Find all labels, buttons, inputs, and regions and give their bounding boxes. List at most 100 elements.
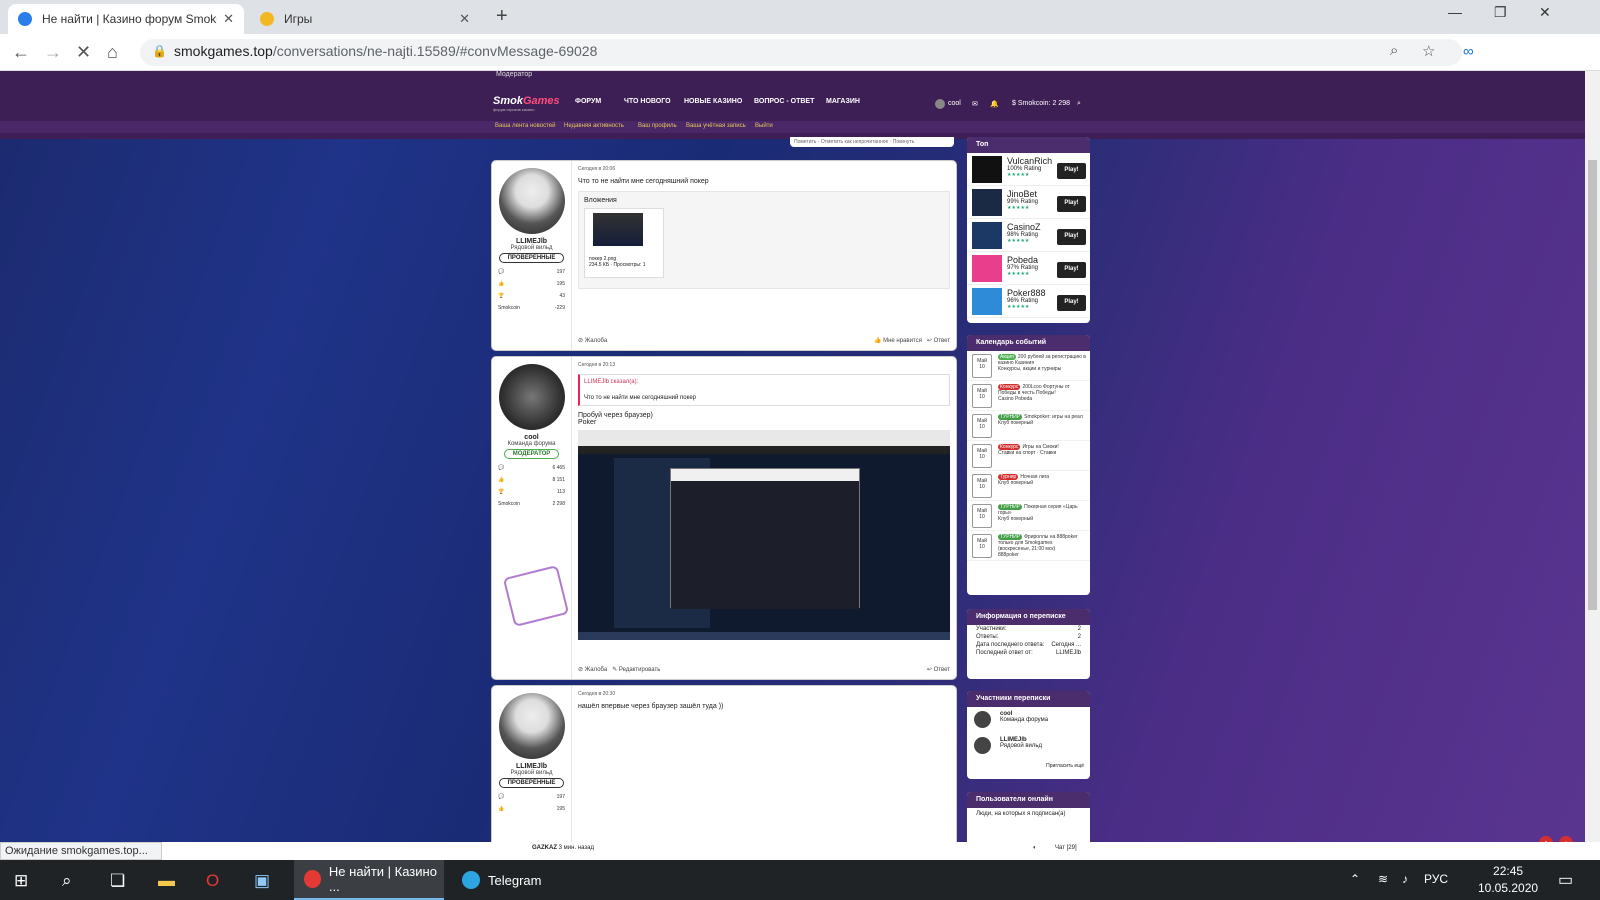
taskbar-app-chrome[interactable]: Не найти | Казино ... xyxy=(294,860,444,900)
event-category: Клуб покерный xyxy=(998,516,1034,522)
nav-qa[interactable]: ВОПРОС - ОТВЕТ xyxy=(754,98,814,105)
volume-icon[interactable]: ♪ xyxy=(1402,872,1408,886)
tray-chevron-icon[interactable]: ⌃ xyxy=(1350,872,1360,886)
home-icon[interactable]: ⌂ xyxy=(107,42,118,63)
embedded-screenshot[interactable] xyxy=(578,430,950,640)
subnav-profile[interactable]: Ваш профиль xyxy=(638,123,677,129)
participant-avatar[interactable] xyxy=(974,737,991,754)
logo-part-a: Smok xyxy=(493,95,523,107)
casino-logo[interactable] xyxy=(972,288,1002,315)
notifications-icon[interactable]: ▭ xyxy=(1558,870,1573,890)
event-item[interactable]: Май 10 ТУРНИР Покерная серия «Царь горы» Клу… xyxy=(967,501,1090,531)
stop-loading-icon[interactable]: ✕ xyxy=(76,42,91,63)
event-item[interactable]: Май 10 ТУРНИР Фрироллы на 888poker только д… xyxy=(967,531,1090,561)
user-name[interactable]: cool xyxy=(948,100,961,107)
forward-icon[interactable]: → xyxy=(44,42,62,63)
nav-forum[interactable]: ФОРУМ xyxy=(575,98,601,105)
wifi-icon[interactable]: ≋ xyxy=(1378,872,1388,886)
chat-open-button[interactable]: Чат [29] xyxy=(1055,845,1077,851)
file-explorer-icon[interactable]: ▬ xyxy=(158,871,175,891)
username[interactable]: cool xyxy=(492,434,571,441)
extension-icon[interactable]: ∞ xyxy=(1463,43,1474,60)
casino-logo[interactable] xyxy=(972,189,1002,216)
message-date[interactable]: Сегодня в 20:30 xyxy=(578,691,950,697)
info-value[interactable]: LLIMEJlb xyxy=(1056,650,1081,656)
play-button[interactable]: Play! xyxy=(1057,163,1086,179)
maximize-icon[interactable]: ❐ xyxy=(1494,4,1507,21)
zoom-icon[interactable]: ⌕ xyxy=(1390,42,1398,59)
close-tab-icon[interactable]: ✕ xyxy=(459,11,470,27)
event-item[interactable]: Май 10 ТУРНИР Smokpoker: игры на реал Клуб п… xyxy=(967,411,1090,441)
mail-icon[interactable]: ✉ xyxy=(972,100,978,108)
participant-item[interactable]: cool Команда форума xyxy=(967,707,1090,733)
casino-logo[interactable] xyxy=(972,156,1002,183)
reply-link[interactable]: ↩ Ответ xyxy=(927,338,950,344)
subnav-logout[interactable]: Выйти xyxy=(755,123,773,129)
close-tab-icon[interactable]: ✕ xyxy=(223,11,234,27)
system-clock[interactable]: 22:45 10.05.2020 xyxy=(1478,863,1538,897)
casino-logo[interactable] xyxy=(972,222,1002,249)
event-item[interactable]: Май 10 Конкурс Игры на Смоки! Ставки на спор… xyxy=(967,441,1090,471)
username[interactable]: LLIMEJlb xyxy=(492,763,571,770)
event-item[interactable]: Май 10 Турнир Ночная лига Клуб покерный xyxy=(967,471,1090,501)
participant-avatar[interactable] xyxy=(974,711,991,728)
subnav-activity[interactable]: Недавняя активность xyxy=(564,123,624,129)
event-item[interactable]: Май 10 Акция 200 рублей за регистрацию в ка… xyxy=(967,351,1090,381)
windows-start-icon[interactable]: ⊞ xyxy=(14,871,28,891)
event-item[interactable]: Май 10 Конкурс 200Lcoo Фортуны от Победы в … xyxy=(967,381,1090,411)
conversation-actions[interactable]: Пометить · Отметить как непрочитанное · … xyxy=(790,137,954,147)
play-button[interactable]: Play! xyxy=(1057,295,1086,311)
scroll-down-icon[interactable]: ↓ xyxy=(1559,836,1573,842)
opera-icon[interactable]: O xyxy=(206,871,219,891)
minimize-icon[interactable]: — xyxy=(1448,4,1462,20)
window-close-icon[interactable]: ✕ xyxy=(1539,4,1551,21)
bookmark-star-icon[interactable]: ☆ xyxy=(1422,42,1435,60)
casino-logo[interactable] xyxy=(972,255,1002,282)
scrollbar-thumb[interactable] xyxy=(1588,160,1597,610)
moderator-link[interactable]: Модератор xyxy=(496,71,532,78)
user-avatar[interactable] xyxy=(498,693,565,759)
language-indicator[interactable]: РУС xyxy=(1424,872,1448,886)
scroll-up-icon[interactable]: ↑ xyxy=(1539,836,1553,842)
report-link[interactable]: ⊘ Жалоба xyxy=(578,667,607,673)
task-view-icon[interactable]: ❏ xyxy=(110,871,125,891)
search-icon[interactable]: ⌕ xyxy=(1077,100,1081,108)
message-date[interactable]: Сегодня в 20:13 xyxy=(578,362,950,368)
attachment-thumbnail[interactable]: покер 2.png 234.5 КБ · Просмотры: 1 xyxy=(584,208,664,278)
invite-more-link[interactable]: Пригласить ещё xyxy=(967,759,1090,773)
nav-whats-new[interactable]: ЧТО НОВОГО xyxy=(624,98,671,105)
chat-user[interactable]: GAZKAZ xyxy=(532,845,557,851)
reply-link[interactable]: ↩ Ответ xyxy=(927,666,950,673)
user-avatar[interactable] xyxy=(498,364,565,430)
save-app-icon[interactable]: ▣ xyxy=(254,871,270,891)
coin-balance[interactable]: $ Smokcoin: 2 298 xyxy=(1012,100,1070,107)
taskbar-app-telegram[interactable]: Telegram xyxy=(452,860,600,900)
message-date[interactable]: Сегодня в 20:06 xyxy=(578,166,950,172)
user-avatar[interactable] xyxy=(498,168,565,234)
play-button[interactable]: Play! xyxy=(1057,229,1086,245)
like-link[interactable]: 👍 Мне нравится xyxy=(874,338,922,344)
edit-link[interactable]: ✎ Редактировать xyxy=(612,667,660,673)
tab-active[interactable]: Не найти | Казино форум SmokGames ✕ xyxy=(8,4,244,34)
nav-new-casinos[interactable]: НОВЫЕ КАЗИНО xyxy=(684,98,742,105)
tab-inactive[interactable]: Игры ✕ xyxy=(250,4,480,34)
report-link[interactable]: ⊘ Жалоба xyxy=(578,337,607,344)
info-value: 2 xyxy=(1077,634,1081,640)
chat-toggle-icon[interactable]: ◐ xyxy=(1033,845,1037,851)
new-tab-button[interactable]: + xyxy=(496,5,508,28)
attachment-image[interactable] xyxy=(593,213,643,246)
play-button[interactable]: Play! xyxy=(1057,196,1086,212)
subnav-account[interactable]: Ваша учётная запись xyxy=(686,123,746,129)
url-bar[interactable]: 🔒 smokgames.top/conversations/ne-najti.1… xyxy=(140,39,1462,66)
back-icon[interactable]: ← xyxy=(12,42,30,63)
site-logo[interactable]: SmokGames форум игроков казино xyxy=(493,95,560,112)
nav-shop[interactable]: МАГАЗИН xyxy=(826,98,860,105)
username[interactable]: LLIMEJlb xyxy=(492,238,571,245)
play-button[interactable]: Play! xyxy=(1057,262,1086,278)
quote-author[interactable]: LLIMEJlb сказал(а): xyxy=(584,379,945,385)
participant-item[interactable]: LLIMEJlb Рядовой вильд xyxy=(967,733,1090,759)
search-icon[interactable]: ⌕ xyxy=(62,871,72,891)
user-avatar[interactable] xyxy=(935,99,945,109)
subnav-feed[interactable]: Ваша лента новостей xyxy=(495,123,555,129)
bell-icon[interactable]: 🔔 xyxy=(990,100,999,108)
